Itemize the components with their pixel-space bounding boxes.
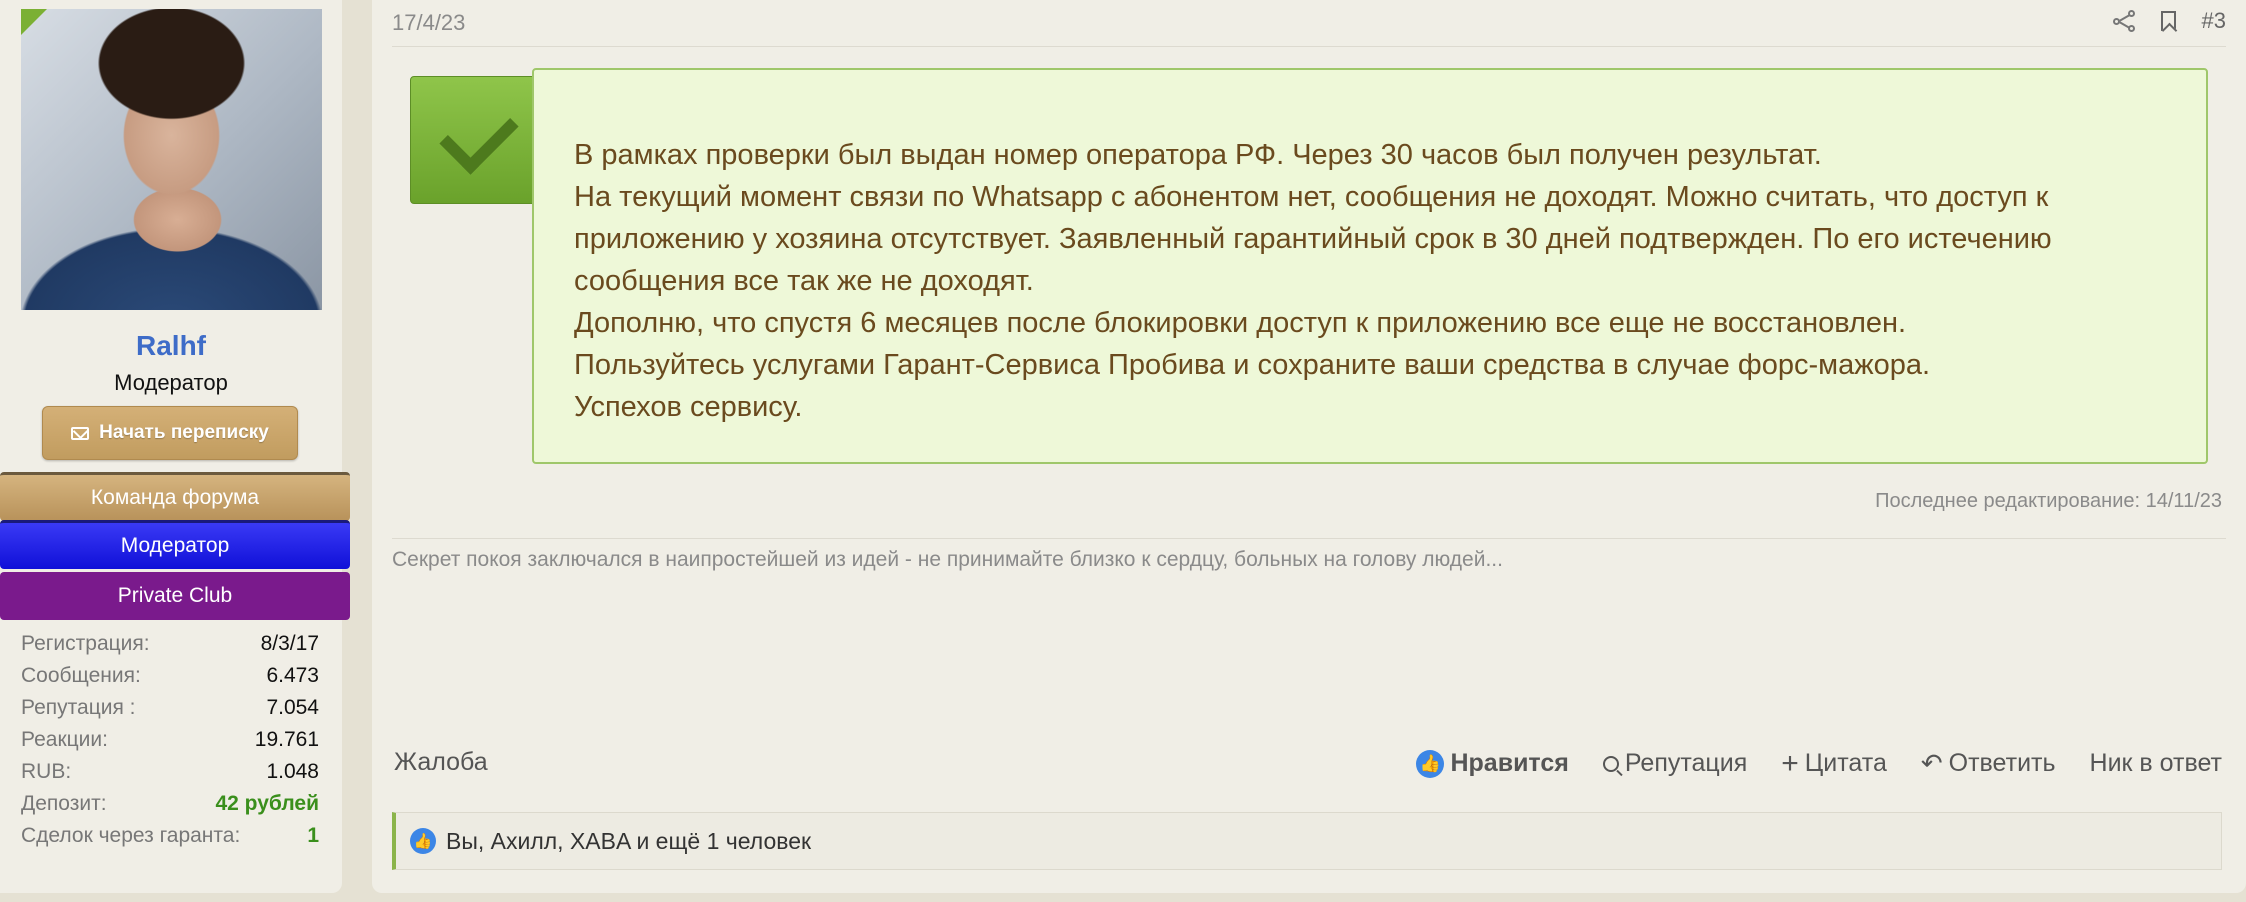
approved-block	[410, 76, 542, 204]
reply-label: Ответить	[1948, 749, 2056, 777]
post-line: Дополню, что спустя 6 месяцев после блок…	[574, 307, 1907, 339]
stat-registration: Регистрация: 8/3/17	[21, 628, 319, 660]
checkmark-icon	[439, 95, 519, 175]
stat-reactions: Реакции: 19.761	[21, 724, 319, 756]
user-signature: Секрет покоя заключался в наипростейшей …	[392, 548, 1503, 571]
stat-value: 1	[307, 824, 319, 847]
avatar[interactable]	[21, 9, 322, 310]
post-number-link[interactable]: #3	[2202, 8, 2226, 34]
stat-reputation: Репутация : 7.054	[21, 692, 319, 724]
search-icon	[1602, 755, 1619, 772]
start-conversation-button[interactable]: Начать переписку	[42, 406, 298, 460]
reply-button[interactable]: ↶ Ответить	[1921, 748, 2056, 779]
stat-value: 19.761	[254, 728, 319, 751]
bookmark-icon[interactable]	[2160, 11, 2176, 31]
user-title: Модератор	[114, 370, 228, 395]
stat-label: Депозит:	[21, 792, 107, 815]
post-line: Успехов сервису.	[574, 391, 803, 423]
post-body: В рамках проверки был выдан номер операт…	[574, 134, 2166, 428]
divider	[392, 46, 2226, 47]
nick-reply-button[interactable]: Ник в ответ	[2090, 749, 2222, 778]
user-stats: Регистрация: 8/3/17 Сообщения: 6.473 Реп…	[21, 628, 319, 852]
stat-label: Сделок через гаранта:	[21, 824, 241, 847]
user-name-link[interactable]: Ralhf	[0, 330, 342, 362]
stat-guarantee-deals: Сделок через гаранта: 1	[21, 820, 319, 852]
reply-icon: ↶	[1920, 748, 1943, 778]
like-button[interactable]: 👍 Нравится	[1416, 749, 1569, 778]
avatar-image	[21, 9, 322, 310]
banner-forum-team: Команда форума	[0, 472, 350, 521]
plus-icon: +	[1781, 746, 1799, 780]
post-actions: 👍 Нравится Репутация + Цитата ↶ Ответить…	[1416, 748, 2222, 779]
stat-label: Регистрация:	[21, 632, 150, 655]
stat-rub: RUB: 1.048	[21, 756, 319, 788]
likes-summary[interactable]: 👍 Вы, Ахилл, XABA и ещё 1 человек	[392, 812, 2222, 870]
post-header-actions: #3	[2112, 8, 2226, 34]
likes-list: Вы, Ахилл, XABA и ещё 1 человек	[446, 827, 812, 854]
post-date-link[interactable]: 17/4/23	[392, 10, 465, 36]
nick-reply-label: Ник в ответ	[2089, 749, 2222, 777]
last-edited-note: Последнее редактирование: 14/11/23	[1875, 490, 2222, 512]
post: 17/4/23 #3 В рамках проверки был выдан н…	[372, 0, 2246, 893]
stat-value: 1.048	[266, 760, 319, 783]
quote-button[interactable]: + Цитата	[1781, 746, 1887, 780]
user-panel: Ralhf Модератор Начать переписку Команда…	[0, 0, 350, 893]
envelope-icon	[71, 426, 90, 440]
stat-label: Реакции:	[21, 728, 108, 751]
stat-value: 42 рублей	[215, 792, 319, 815]
stat-value: 7.054	[266, 696, 319, 719]
online-indicator	[21, 9, 47, 35]
stat-label: RUB:	[21, 760, 72, 783]
reputation-label: Репутация	[1624, 749, 1748, 777]
quote-label: Цитата	[1804, 749, 1887, 777]
post-line: В рамках проверки был выдан номер операт…	[574, 139, 1822, 171]
divider	[392, 538, 2226, 539]
thumbs-up-icon: 👍	[1416, 749, 1445, 778]
stat-deposit: Депозит: 42 рублей	[21, 788, 319, 820]
stat-label: Репутация :	[21, 696, 136, 719]
banner-moderator: Модератор	[0, 520, 350, 569]
thumbs-up-icon: 👍	[410, 828, 436, 854]
post-line: Пользуйтесь услугами Гарант-Сервиса Проб…	[574, 349, 1931, 381]
post-content-box: В рамках проверки был выдан номер операт…	[532, 68, 2208, 464]
stat-value[interactable]: 6.473	[266, 660, 319, 692]
post-line: На текущий момент связи по Whatsapp с аб…	[574, 181, 2049, 213]
stat-messages: Сообщения: 6.473	[21, 660, 319, 692]
post-line: приложению у хозяина отсутствует. Заявле…	[574, 223, 2052, 255]
share-icon[interactable]	[2112, 10, 2135, 32]
report-link[interactable]: Жалоба	[394, 748, 488, 777]
start-conversation-label: Начать переписку	[99, 422, 269, 443]
stat-label: Сообщения:	[21, 664, 141, 687]
post-line: сообщения все так же не доходят.	[574, 265, 1034, 297]
banner-private-club: Private Club	[0, 572, 350, 620]
stat-value: 8/3/17	[260, 632, 319, 655]
reputation-button[interactable]: Репутация	[1602, 749, 1748, 778]
like-label: Нравится	[1450, 749, 1569, 777]
